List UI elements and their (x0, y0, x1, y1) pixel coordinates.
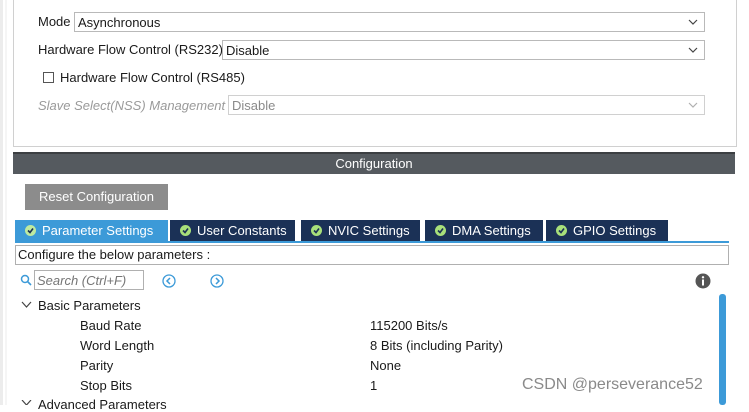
mode-select-value: Asynchronous (78, 15, 161, 30)
search-input[interactable] (37, 272, 141, 288)
left-border-inner (5, 0, 7, 405)
tab-nvic-settings[interactable]: NVIC Settings (301, 220, 420, 241)
param-name: Parity (80, 358, 114, 373)
tab-label: Parameter Settings (42, 223, 154, 238)
check-circle-icon (556, 225, 567, 236)
check-circle-icon (25, 225, 36, 236)
configure-instructions: Configure the below parameters : (15, 245, 729, 265)
tab-parameter-settings[interactable]: Parameter Settings (15, 220, 168, 241)
configuration-header: Configuration (13, 154, 735, 174)
tab-label: NVIC Settings (328, 223, 410, 238)
next-icon[interactable] (210, 274, 224, 288)
tab-underline (15, 241, 729, 243)
param-name: Baud Rate (80, 318, 142, 333)
hw-flow-rs232-value: Disable (226, 43, 270, 58)
watermark: CSDN @perseverance52 (522, 376, 703, 393)
param-value[interactable]: 8 Bits (including Parity) (370, 338, 503, 353)
param-value[interactable]: 1 (370, 378, 377, 393)
search-field[interactable] (34, 270, 144, 290)
chevron-down-icon (688, 19, 698, 25)
mode-select[interactable]: Asynchronous (74, 12, 705, 32)
param-name: Stop Bits (80, 378, 133, 393)
previous-icon[interactable] (162, 274, 176, 288)
vertical-scrollbar[interactable] (719, 294, 726, 405)
hw-flow-rs232-label: Hardware Flow Control (RS232) (38, 42, 223, 57)
param-name: Word Length (80, 338, 155, 353)
tab-gpio-settings[interactable]: GPIO Settings (546, 220, 668, 241)
reset-configuration-button[interactable]: Reset Configuration (25, 184, 168, 210)
check-circle-icon (435, 225, 446, 236)
tab-label: GPIO Settings (573, 223, 657, 238)
param-value[interactable]: 115200 Bits/s (370, 318, 448, 333)
slave-select-label: Slave Select(NSS) Management (38, 98, 226, 113)
slave-select-select[interactable]: Disable (228, 95, 705, 115)
group-basic-parameters[interactable]: Basic Parameters (38, 298, 141, 313)
check-circle-icon (180, 225, 191, 236)
tab-dma-settings[interactable]: DMA Settings (425, 220, 543, 241)
tab-label: User Constants (197, 223, 287, 238)
slave-select-value: Disable (232, 98, 276, 113)
hw-flow-rs232-select[interactable]: Disable (222, 40, 705, 60)
chevron-down-icon[interactable] (21, 400, 32, 405)
tab-user-constants[interactable]: User Constants (170, 220, 295, 241)
param-value[interactable]: None (370, 358, 401, 373)
mode-label: Mode (38, 14, 71, 29)
chevron-down-icon (688, 47, 698, 53)
info-icon[interactable] (695, 273, 711, 289)
left-border (0, 0, 3, 405)
chevron-down-icon (688, 102, 698, 108)
hw-flow-rs485-checkbox[interactable] (43, 72, 54, 83)
chevron-down-icon[interactable] (21, 300, 32, 310)
check-circle-icon (311, 225, 322, 236)
hw-flow-rs485-label: Hardware Flow Control (RS485) (60, 70, 245, 85)
tab-label: DMA Settings (452, 223, 531, 238)
search-icon[interactable] (20, 274, 32, 286)
